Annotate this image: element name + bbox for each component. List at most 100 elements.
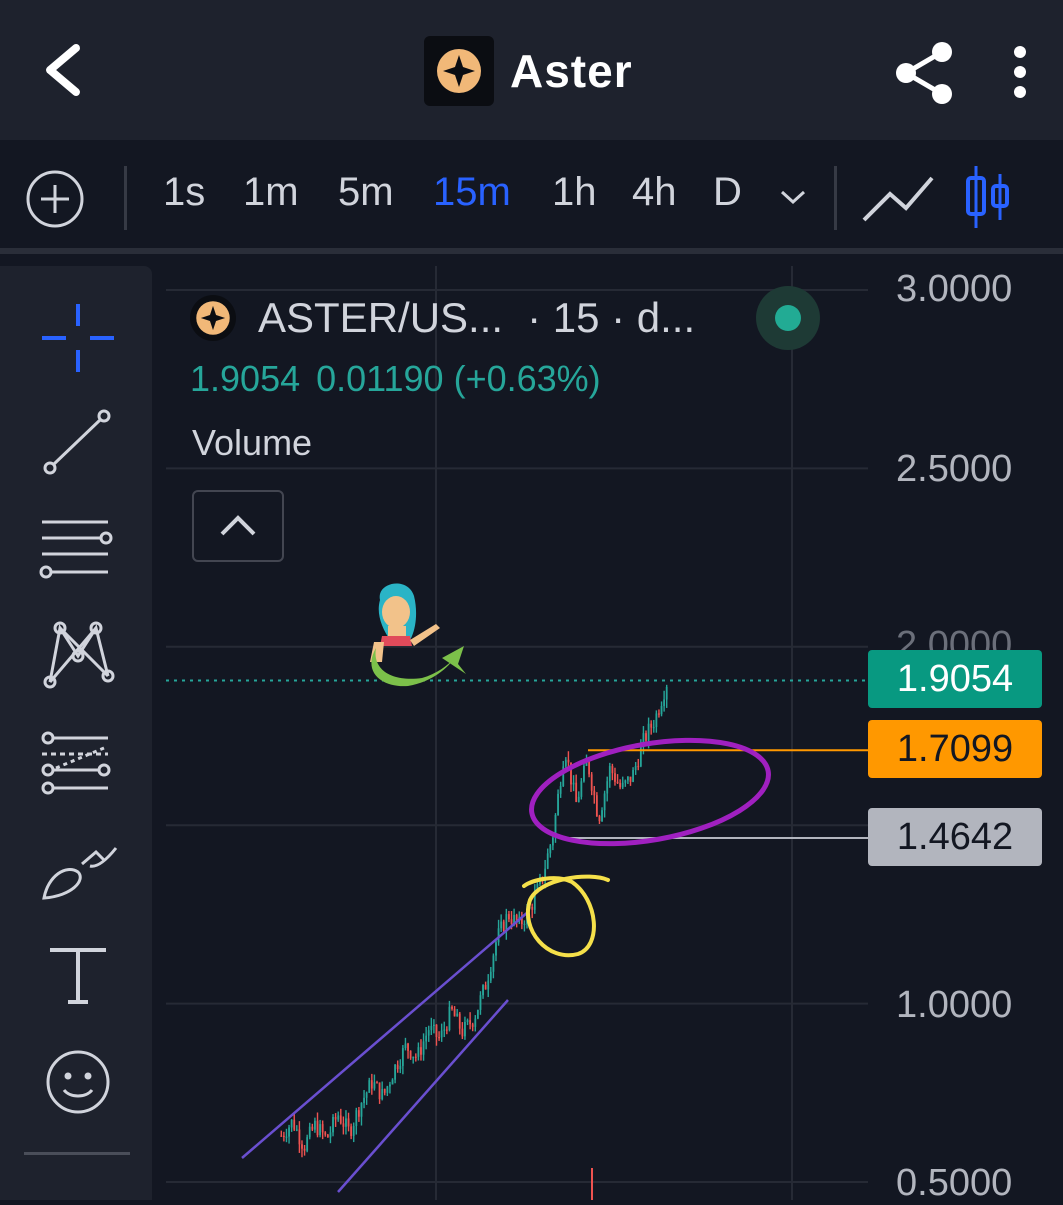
candle-body: [391, 1079, 394, 1085]
candle-body: [660, 706, 663, 715]
candle-body: [381, 1089, 384, 1100]
candle-body: [650, 723, 653, 728]
price-change: 0.01190: [316, 358, 444, 399]
candle-body: [451, 1006, 453, 1009]
pattern-tool[interactable]: [38, 614, 118, 694]
candle-body: [577, 796, 580, 802]
aster-logo-icon: [196, 301, 230, 335]
candle-body: [363, 1097, 365, 1103]
candle-body: [414, 1056, 417, 1058]
symbol-name[interactable]: ASTER/US...: [258, 294, 503, 342]
candle-body: [593, 790, 596, 796]
toolbar-separator: [24, 1152, 130, 1155]
status-dot: [775, 305, 801, 331]
candle-chart-button[interactable]: [962, 164, 1012, 230]
candle-body: [601, 810, 603, 822]
candle-body: [487, 980, 490, 990]
candle-body: [634, 765, 637, 771]
candle-body: [285, 1136, 288, 1138]
candle-body: [445, 1029, 448, 1031]
candle-body: [559, 786, 562, 794]
price-tick: 3.0000: [896, 268, 1013, 310]
timeframe-15m[interactable]: 15m: [433, 170, 511, 215]
candle-body: [456, 1013, 459, 1017]
emoji-tool[interactable]: [38, 1040, 118, 1120]
candle-body: [546, 853, 549, 869]
candle-body: [378, 1082, 381, 1100]
candle-body: [482, 985, 484, 996]
crosshair-icon: [42, 304, 114, 372]
share-button[interactable]: [890, 38, 960, 108]
trend-channel-upper: [241, 911, 529, 1159]
timeframe-1s[interactable]: 1s: [163, 170, 205, 215]
add-indicator-button[interactable]: [24, 168, 86, 230]
candle-body: [608, 766, 611, 782]
chevron-down-icon: [780, 190, 806, 205]
gray-line-price-tag[interactable]: 1.4642: [868, 808, 1042, 866]
text-tool[interactable]: [38, 936, 118, 1016]
timeframe-1h[interactable]: 1h: [552, 170, 597, 215]
line-chart-button[interactable]: [860, 168, 936, 228]
brush-tool[interactable]: [38, 836, 118, 916]
candle-body: [500, 921, 503, 929]
candle-body: [417, 1047, 420, 1057]
candle-body: [360, 1102, 363, 1117]
candle-body: [627, 776, 629, 781]
timeframe-dropdown[interactable]: [776, 180, 810, 214]
market-status-indicator: [756, 286, 820, 350]
candle-body: [665, 686, 668, 700]
price-tick: 1.0000: [896, 984, 1013, 1026]
candle-body: [471, 1024, 474, 1027]
candle-body: [583, 765, 585, 782]
candle-body: [647, 723, 650, 741]
candle-body: [389, 1084, 391, 1087]
candle-body: [298, 1129, 301, 1145]
candle-body: [332, 1116, 334, 1133]
candle-body: [621, 782, 624, 788]
candle-body: [479, 995, 482, 1010]
price-tick: 0.5000: [896, 1162, 1013, 1204]
candle-body: [409, 1050, 412, 1059]
candle-body: [590, 774, 593, 791]
candle-body: [629, 776, 632, 782]
timeframe-D[interactable]: D: [713, 170, 742, 215]
candle-body: [433, 1024, 435, 1026]
timeframe-5m[interactable]: 5m: [338, 170, 394, 215]
timeframe-4h[interactable]: 4h: [632, 170, 677, 215]
timeframe-1m[interactable]: 1m: [243, 170, 299, 215]
candle-body: [443, 1029, 446, 1031]
candle-body: [611, 766, 614, 774]
more-options-button[interactable]: [995, 38, 1045, 108]
trend-line-tool[interactable]: [38, 402, 118, 482]
line-chart-icon: [862, 176, 934, 222]
candle-body: [383, 1089, 386, 1093]
orange-line-price-tag[interactable]: 1.7099: [868, 720, 1042, 778]
candle-body: [495, 942, 497, 956]
fib-tool[interactable]: [38, 726, 118, 806]
candle-body: [492, 955, 495, 972]
candle-body: [290, 1119, 293, 1128]
symbol-legend: ASTER/US... · 15 · d...: [190, 292, 695, 344]
current-price-tag: 1.9054: [868, 650, 1042, 708]
candle-body: [572, 782, 575, 785]
candle-body: [645, 733, 647, 741]
app-title-group: Aster: [424, 36, 633, 106]
candle-body: [567, 759, 570, 763]
horizontal-lines-tool[interactable]: [38, 510, 118, 590]
candle-body: [347, 1118, 350, 1127]
candle-body: [598, 816, 601, 822]
more-vertical-icon: [1014, 46, 1026, 98]
candle-body: [637, 765, 640, 768]
candle-body: [339, 1115, 342, 1124]
candle-body: [464, 1021, 466, 1037]
candle-body: [425, 1035, 428, 1042]
candle-body: [438, 1037, 440, 1039]
back-button[interactable]: [30, 38, 94, 102]
candle-body: [502, 921, 505, 932]
collapse-legend-button[interactable]: [192, 490, 284, 562]
candle-body: [301, 1144, 303, 1149]
crosshair-tool[interactable]: [38, 298, 118, 378]
candle-body: [603, 793, 606, 811]
candle-body: [355, 1110, 358, 1127]
candle-body: [422, 1041, 425, 1055]
